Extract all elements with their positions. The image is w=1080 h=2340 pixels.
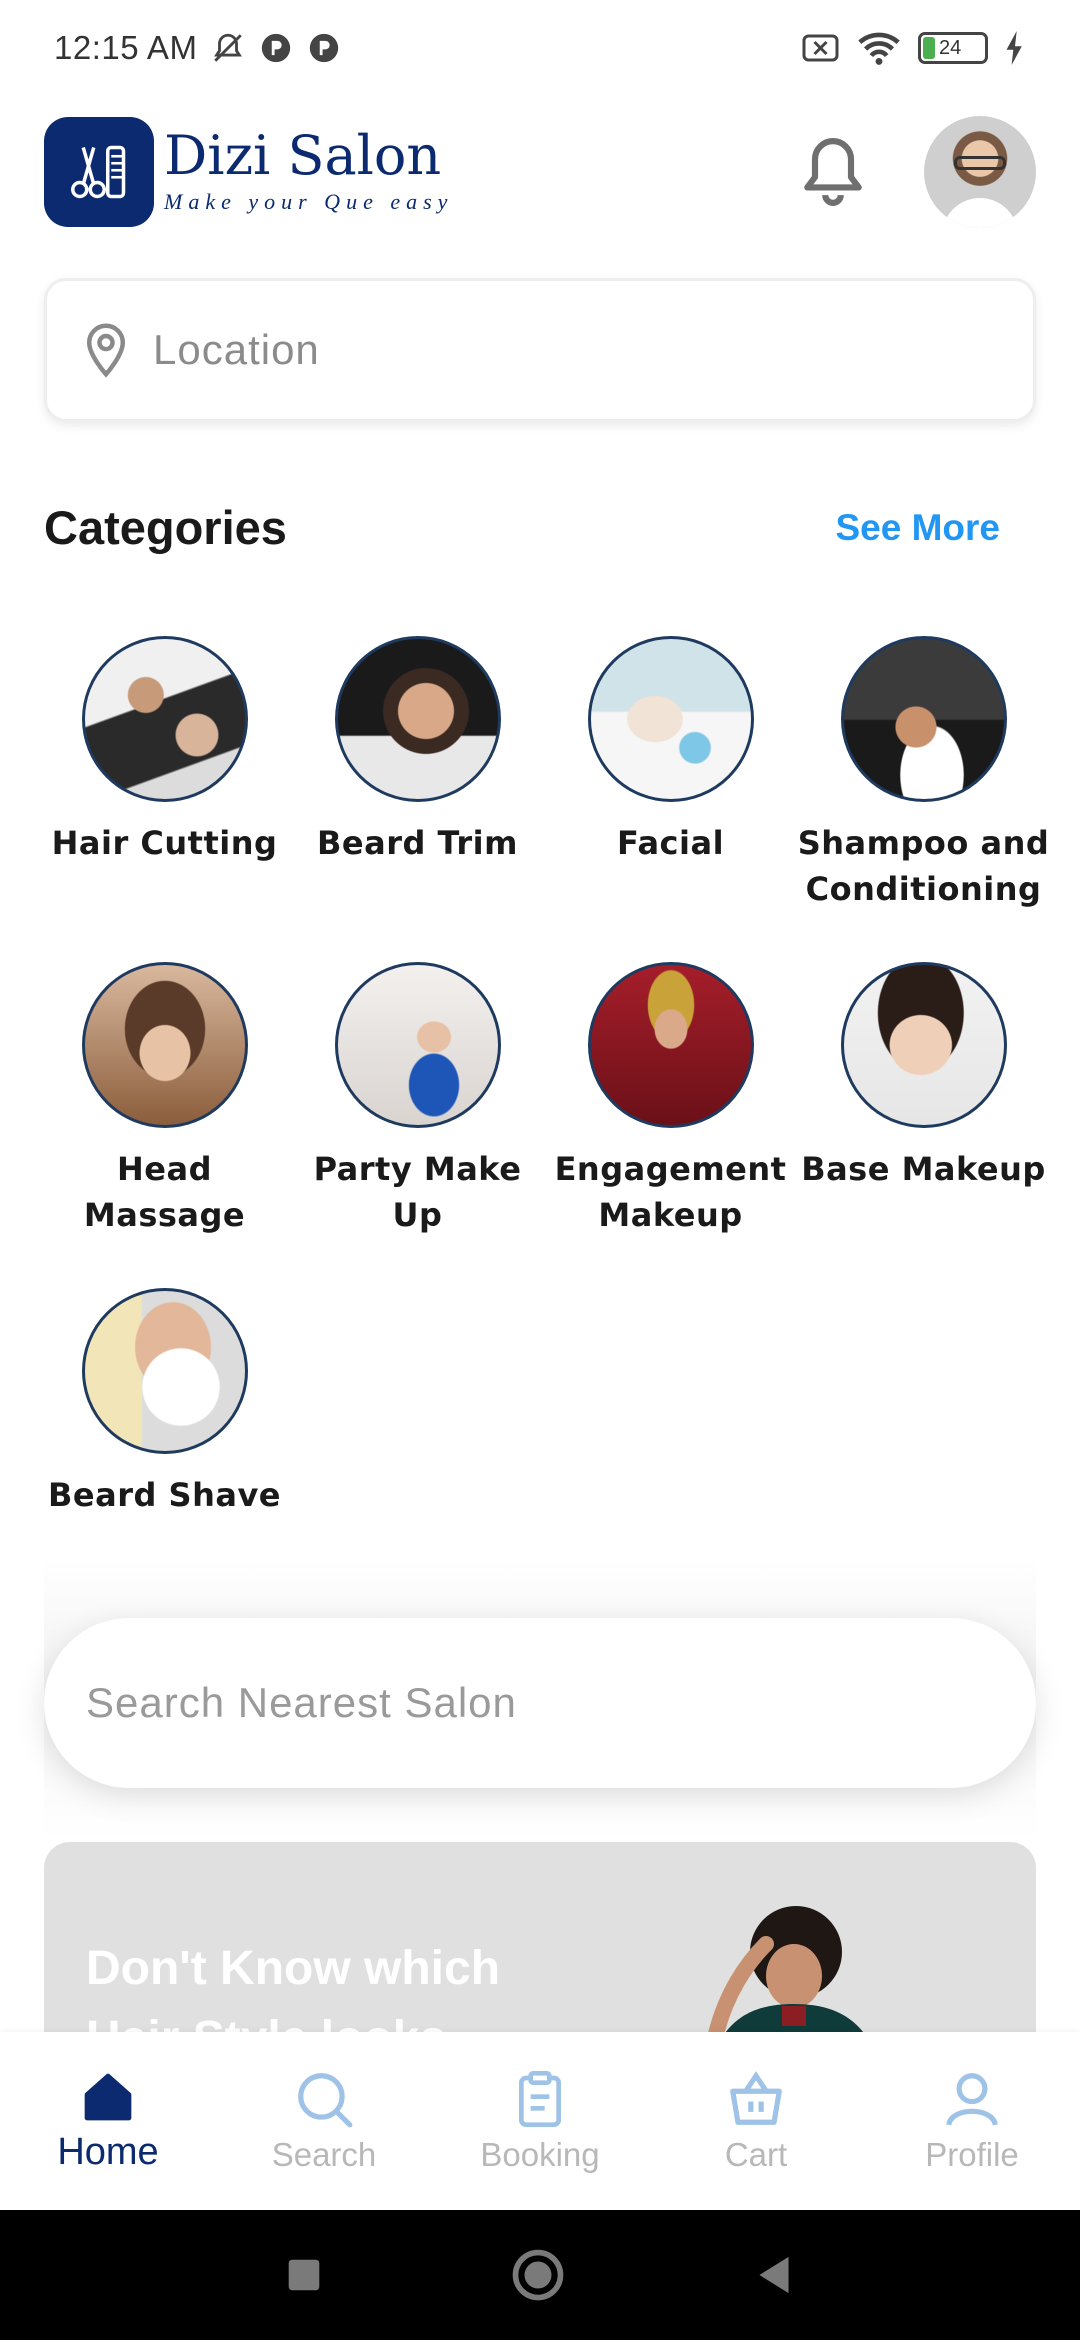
category-image (840, 962, 1007, 1128)
category-head-massage[interactable]: Head Massage (38, 962, 291, 1238)
categories-title: Categories (44, 501, 287, 554)
search-icon (298, 2073, 353, 2128)
category-image (840, 636, 1007, 802)
category-beard-trim[interactable]: Beard Trim (291, 636, 544, 912)
category-image (81, 962, 248, 1128)
category-engagement-makeup[interactable]: Engagement Makeup (544, 962, 797, 1238)
mute-bell-icon (214, 33, 243, 62)
category-beard-shave[interactable]: Beard Shave (38, 1288, 291, 1518)
category-label: Base Makeup (801, 1150, 1046, 1188)
category-label: Party Make Up (313, 1150, 522, 1234)
nav-label: Cart (724, 2136, 788, 2173)
location-pin-icon (86, 323, 126, 378)
basket-icon (730, 2071, 782, 2125)
category-label: Hair Cutting (51, 824, 278, 862)
category-party-make-up[interactable]: Party Make Up (291, 962, 544, 1238)
back-icon[interactable] (755, 2255, 793, 2295)
battery-level: 24 (939, 36, 962, 59)
category-image (81, 1288, 248, 1454)
nav-booking[interactable]: Booking (440, 2068, 640, 2174)
nav-home[interactable]: Home (8, 2069, 208, 2174)
category-facial[interactable]: Facial (544, 636, 797, 912)
avatar-glasses (954, 156, 1006, 170)
categories-grid: Hair Cutting Beard Trim Facial Shampoo a… (38, 636, 1050, 1518)
recent-apps-icon[interactable] (287, 2258, 321, 2292)
location-input[interactable] (153, 326, 913, 374)
brand-tagline: Make your Que easy (164, 189, 454, 214)
category-image (81, 636, 248, 802)
nav-profile[interactable]: Profile (872, 2068, 1072, 2174)
category-hair-cutting[interactable]: Hair Cutting (38, 636, 291, 912)
nav-label: Booking (480, 2136, 600, 2173)
app-notification-icon (310, 33, 339, 63)
battery-indicator: 24 (918, 32, 988, 64)
nav-label: Home (57, 2130, 159, 2173)
home-icon (84, 2073, 132, 2120)
promo-text: Don't Know which Hair Style looks (86, 1942, 501, 2032)
location-field[interactable] (44, 278, 1036, 422)
nav-label: Search (271, 2136, 377, 2173)
category-image (334, 636, 501, 802)
category-label: Facial (616, 824, 725, 862)
category-image (334, 962, 501, 1128)
category-label: Shampoo and Conditioning (797, 824, 1050, 908)
brand: Dizi Salon Make your Que easy (164, 129, 453, 215)
search-nearest-salon-input[interactable] (86, 1679, 966, 1727)
category-shampoo-conditioning[interactable]: Shampoo and Conditioning (797, 636, 1050, 912)
clipboard-icon (519, 2071, 561, 2127)
app-notification-icon (262, 33, 291, 63)
category-label: Head Massage (83, 1150, 246, 1234)
category-label: Beard Trim (317, 824, 518, 862)
brand-name: Dizi Salon (164, 124, 442, 187)
app-header: Dizi Salon Make your Que easy (44, 116, 1036, 228)
logo-icon (44, 117, 154, 227)
no-sim-icon (802, 34, 839, 62)
bottom-navigation: Home Search Booking Cart Profile (0, 2032, 1080, 2210)
status-time: 12:15 AM (54, 29, 198, 66)
notification-bell-icon[interactable] (802, 136, 864, 208)
wifi-icon (858, 32, 900, 65)
see-more-link[interactable]: See More (835, 507, 1000, 549)
nav-search[interactable]: Search (224, 2068, 424, 2174)
category-base-makeup[interactable]: Base Makeup (797, 962, 1050, 1238)
category-label: Beard Shave (48, 1476, 281, 1514)
avatar-shirt (942, 198, 1018, 228)
category-image (587, 636, 754, 802)
profile-icon (946, 2073, 998, 2126)
promo-person-image (708, 1906, 864, 2032)
nav-cart[interactable]: Cart (656, 2068, 856, 2174)
user-avatar[interactable] (924, 116, 1036, 228)
hairstyle-promo-banner[interactable]: Don't Know which Hair Style looks (44, 1842, 1036, 2032)
nav-label: Profile (925, 2136, 1019, 2173)
categories-header: Categories See More (44, 500, 1000, 555)
category-image (587, 962, 754, 1128)
system-navigation-bar (0, 2210, 1080, 2340)
search-nearest-salon-field[interactable] (44, 1618, 1036, 1788)
category-label: Engagement Makeup (554, 1150, 787, 1234)
home-circle-icon[interactable] (511, 2248, 565, 2302)
charging-icon (1006, 31, 1022, 65)
status-bar: 12:15 AM 24 (0, 0, 1080, 96)
